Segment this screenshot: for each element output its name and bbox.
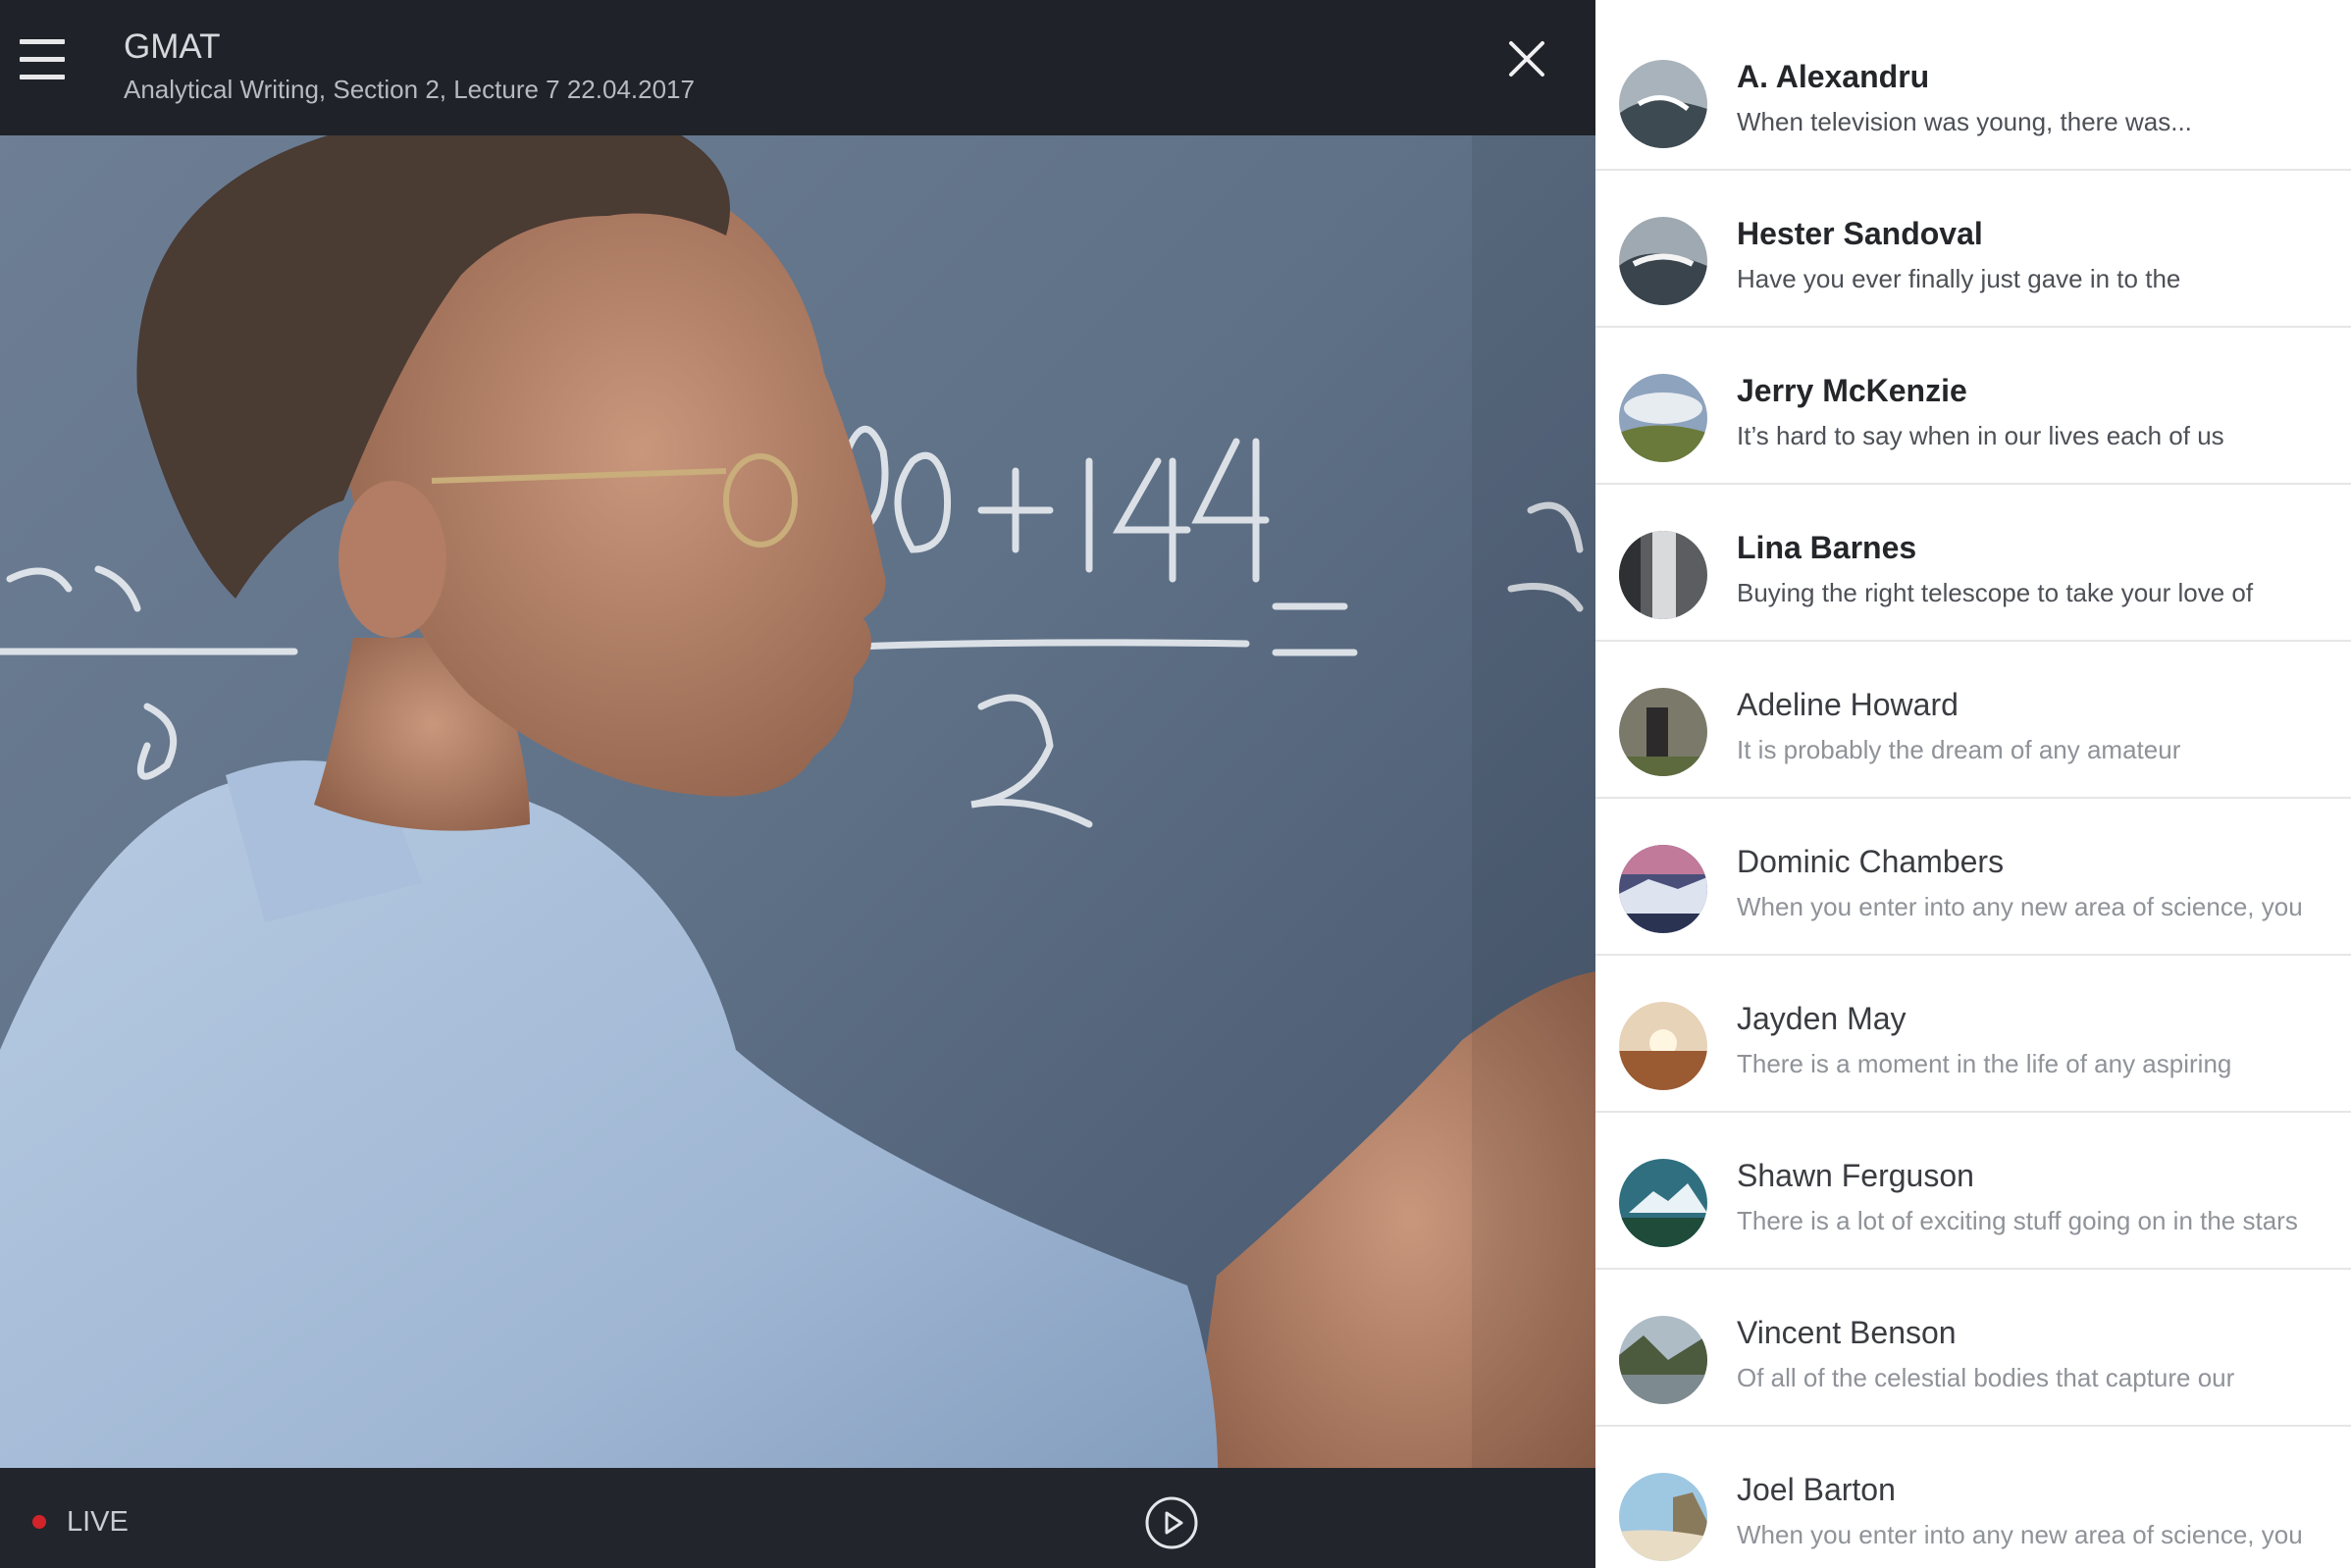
avatar [1619, 374, 1707, 462]
video-top-bar: GMAT Analytical Writing, Section 2, Lect… [0, 0, 1595, 135]
message-preview: There is a lot of exciting stuff going o… [1737, 1206, 2298, 1235]
conversation-item[interactable]: Dominic Chambers When you enter into any… [1595, 799, 2351, 956]
live-label: LIVE [67, 1506, 129, 1538]
conversation-item[interactable]: Adeline Howard It is probably the dream … [1595, 642, 2351, 799]
play-icon[interactable] [1144, 1495, 1199, 1550]
avatar [1619, 688, 1707, 776]
contact-name: Hester Sandoval [1737, 216, 1983, 251]
lecture-title-block: GMAT Analytical Writing, Section 2, Lect… [124, 26, 695, 106]
close-icon[interactable] [1507, 39, 1546, 78]
conversation-item[interactable]: Jayden May There is a moment in the life… [1595, 956, 2351, 1113]
contact-name: Dominic Chambers [1737, 844, 2005, 879]
hamburger-menu-icon[interactable] [20, 39, 71, 84]
message-preview: It is probably the dream of any amateur [1737, 735, 2181, 764]
message-preview: When television was young, there was... [1737, 107, 2192, 136]
conversation-item[interactable]: A. Alexandru When television was young, … [1595, 14, 2351, 171]
video-player[interactable]: GMAT Analytical Writing, Section 2, Lect… [0, 0, 1595, 1568]
avatar [1619, 1159, 1707, 1247]
live-indicator-icon [32, 1515, 46, 1529]
conversation-item[interactable]: Lina Barnes Buying the right telescope t… [1595, 485, 2351, 642]
contact-name: Adeline Howard [1737, 687, 1959, 722]
contact-name: Lina Barnes [1737, 530, 1917, 565]
conversation-item[interactable]: Joel Barton When you enter into any new … [1595, 1427, 2351, 1568]
message-preview: There is a moment in the life of any asp… [1737, 1049, 2232, 1078]
conversation-item[interactable]: Vincent Benson Of all of the celestial b… [1595, 1270, 2351, 1427]
message-preview: When you enter into any new area of scie… [1737, 1520, 2303, 1549]
contact-name: Vincent Benson [1737, 1315, 1957, 1350]
conversation-item[interactable]: Shawn Ferguson There is a lot of excitin… [1595, 1113, 2351, 1270]
page-title: GMAT [124, 27, 221, 66]
message-preview: It’s hard to say when in our lives each … [1737, 421, 2224, 450]
lecture-subtitle: Analytical Writing, Section 2, Lecture 7… [124, 75, 695, 104]
message-preview: Of all of the celestial bodies that capt… [1737, 1363, 2235, 1392]
message-preview: When you enter into any new area of scie… [1737, 892, 2303, 921]
conversation-list: A. Alexandru When television was young, … [1595, 0, 2351, 1568]
avatar [1619, 1473, 1707, 1561]
contact-name: Jayden May [1737, 1001, 1907, 1036]
avatar [1619, 60, 1707, 148]
contact-name: Jerry McKenzie [1737, 373, 1967, 408]
contact-name: Shawn Ferguson [1737, 1158, 1974, 1193]
conversation-item[interactable]: Hester Sandoval Have you ever finally ju… [1595, 171, 2351, 328]
video-control-bar [0, 1468, 1595, 1568]
message-preview: Buying the right telescope to take your … [1737, 578, 2254, 607]
contact-name: A. Alexandru [1737, 59, 1930, 94]
message-preview: Have you ever finally just gave in to th… [1737, 264, 2181, 293]
avatar [1619, 845, 1707, 933]
avatar [1619, 531, 1707, 619]
avatar [1619, 1316, 1707, 1404]
conversation-item[interactable]: Jerry McKenzie It’s hard to say when in … [1595, 328, 2351, 485]
contact-name: Joel Barton [1737, 1472, 1896, 1507]
avatar [1619, 217, 1707, 305]
avatar [1619, 1002, 1707, 1090]
video-frame [0, 0, 1595, 1568]
